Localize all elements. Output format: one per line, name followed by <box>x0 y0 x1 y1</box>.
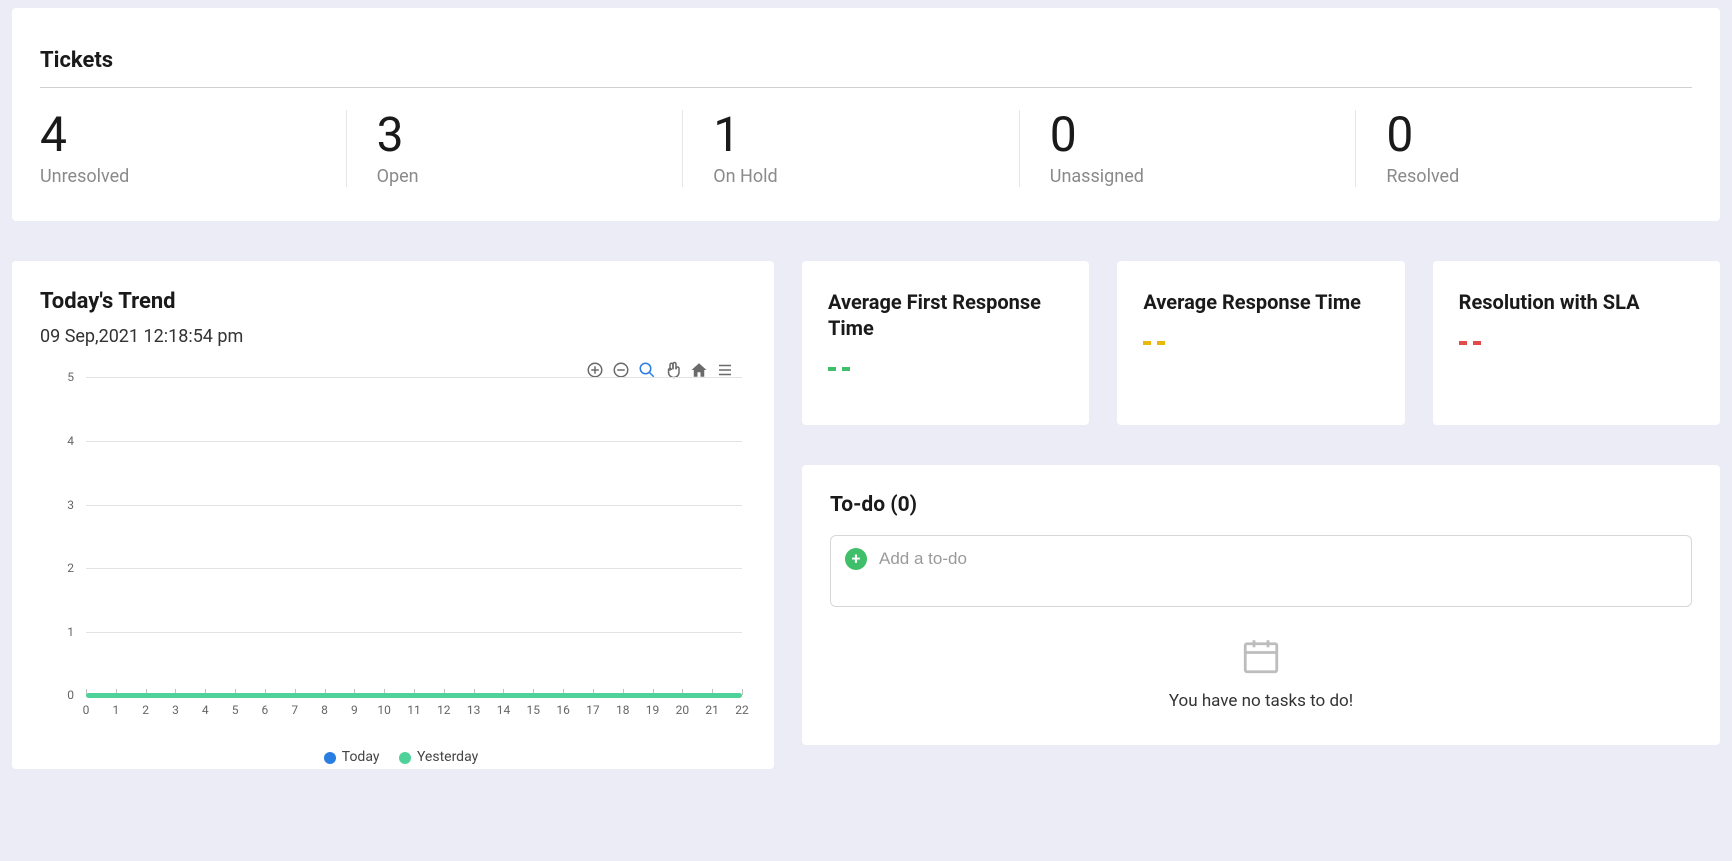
x-tick: 4 <box>202 703 209 717</box>
tickets-summary-card: Tickets 4 Unresolved 3 Open 1 On Hold 0 … <box>12 8 1720 221</box>
todo-empty-text: You have no tasks to do! <box>830 691 1692 711</box>
kpi-title: Average First Response Time <box>828 289 1063 341</box>
stat-value: 0 <box>1386 110 1662 160</box>
x-tick: 12 <box>437 703 451 717</box>
stat-value: 3 <box>377 110 653 160</box>
x-tick: 10 <box>377 703 391 717</box>
legend-label-today: Today <box>342 749 380 765</box>
x-minor-tick <box>742 689 743 695</box>
stat-value: 0 <box>1050 110 1326 160</box>
kpi-empty-dash <box>828 367 850 371</box>
todo-input-wrap[interactable]: + <box>830 535 1692 607</box>
stat-resolved[interactable]: 0 Resolved <box>1386 110 1692 187</box>
legend-dot-today <box>324 752 336 764</box>
add-icon[interactable]: + <box>845 548 867 570</box>
stat-value: 4 <box>40 110 316 160</box>
kpi-resolution-sla[interactable]: Resolution with SLA <box>1433 261 1720 425</box>
x-tick: 14 <box>497 703 511 717</box>
x-tick: 1 <box>112 703 119 717</box>
y-tick: 4 <box>60 434 74 448</box>
x-tick: 22 <box>735 703 749 717</box>
x-tick: 8 <box>321 703 328 717</box>
calendar-icon <box>1240 635 1282 681</box>
trend-card: Today's Trend 09 Sep,2021 12:18:54 pm <box>12 261 774 769</box>
kpi-title: Average Response Time <box>1143 289 1378 315</box>
legend-label-yesterday: Yesterday <box>417 749 478 765</box>
stat-label: Unresolved <box>40 166 316 187</box>
legend-dot-yesterday <box>399 752 411 764</box>
kpi-avg-first-response[interactable]: Average First Response Time <box>802 261 1089 425</box>
todo-title: To-do (0) <box>830 493 1692 517</box>
trend-timestamp: 09 Sep,2021 12:18:54 pm <box>40 326 746 347</box>
x-tick: 9 <box>351 703 358 717</box>
x-tick: 19 <box>646 703 660 717</box>
grid-line <box>86 377 742 378</box>
stat-value: 1 <box>713 110 989 160</box>
x-tick: 0 <box>83 703 90 717</box>
series-yesterday-line <box>86 693 742 698</box>
stat-label: Unassigned <box>1050 166 1326 187</box>
stat-label: Open <box>377 166 653 187</box>
stat-onhold[interactable]: 1 On Hold <box>713 110 1020 187</box>
todo-empty-state: You have no tasks to do! <box>830 635 1692 711</box>
grid-line <box>86 568 742 569</box>
y-tick: 0 <box>60 688 74 702</box>
x-tick: 13 <box>467 703 481 717</box>
x-tick: 21 <box>705 703 719 717</box>
y-tick: 3 <box>60 498 74 512</box>
kpi-empty-dash <box>1459 341 1481 345</box>
kpi-row: Average First Response Time Average Resp… <box>802 261 1720 425</box>
trend-chart: 0123450123456789101112131415161718192021… <box>60 377 742 725</box>
kpi-avg-response[interactable]: Average Response Time <box>1117 261 1404 425</box>
grid-line <box>86 632 742 633</box>
x-tick: 15 <box>527 703 541 717</box>
x-tick: 3 <box>172 703 179 717</box>
x-tick: 17 <box>586 703 600 717</box>
x-tick: 20 <box>676 703 690 717</box>
x-tick: 2 <box>142 703 149 717</box>
kpi-empty-dash <box>1143 341 1165 345</box>
chart-legend: Today Yesterday <box>12 749 774 765</box>
grid-line <box>86 441 742 442</box>
x-axis: 012345678910111213141516171819202122 <box>86 695 742 725</box>
y-tick: 1 <box>60 625 74 639</box>
tickets-stats-row: 4 Unresolved 3 Open 1 On Hold 0 Unassign… <box>40 110 1692 187</box>
x-tick: 6 <box>262 703 269 717</box>
grid-line <box>86 505 742 506</box>
todo-input[interactable] <box>879 549 1677 569</box>
stat-unassigned[interactable]: 0 Unassigned <box>1050 110 1357 187</box>
kpi-title: Resolution with SLA <box>1459 289 1694 315</box>
x-tick: 11 <box>407 703 421 717</box>
tickets-title: Tickets <box>40 48 1692 88</box>
stat-open[interactable]: 3 Open <box>377 110 684 187</box>
x-tick: 5 <box>232 703 239 717</box>
y-tick: 5 <box>60 370 74 384</box>
x-tick: 7 <box>291 703 298 717</box>
x-tick: 18 <box>616 703 630 717</box>
y-tick: 2 <box>60 561 74 575</box>
x-tick: 16 <box>556 703 570 717</box>
todo-card: To-do (0) + You have no tasks to do! <box>802 465 1720 745</box>
stat-label: On Hold <box>713 166 989 187</box>
trend-title: Today's Trend <box>40 289 746 314</box>
stat-unresolved[interactable]: 4 Unresolved <box>40 110 347 187</box>
stat-label: Resolved <box>1386 166 1662 187</box>
